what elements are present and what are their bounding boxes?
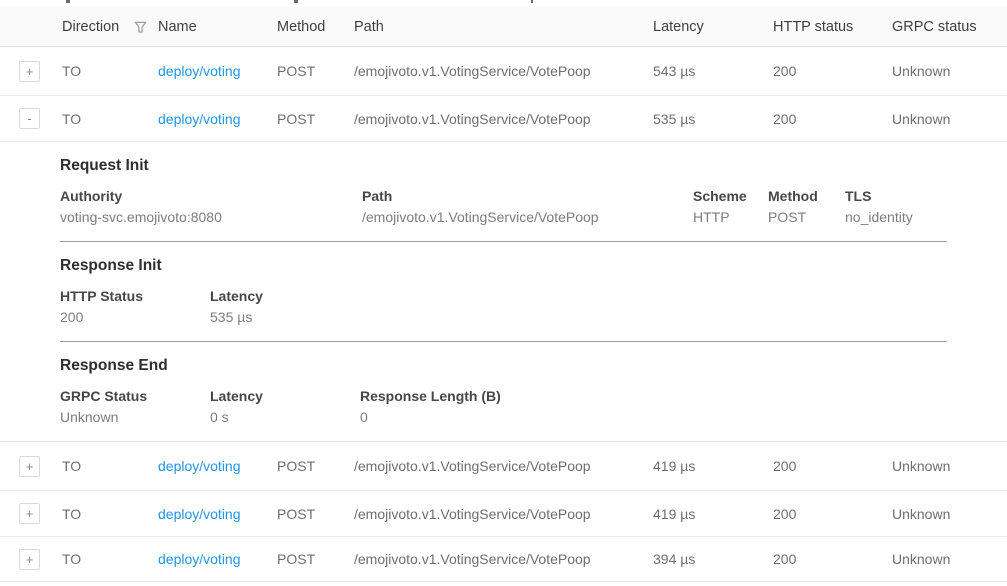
column-header-direction: Direction [62,19,119,35]
field-label: HTTP Status [60,286,210,307]
field-label: Method [768,186,845,207]
table-row: + TO deploy/voting POST /emojivoto.v1.Vo… [0,491,1007,537]
field-value: 200 [60,307,210,328]
method-cell: POST [277,111,354,127]
http-status-cell: 200 [773,63,892,79]
field-label: Latency [210,286,1007,307]
request-details-panel: Request Init Authority voting-svc.emojiv… [0,142,1007,442]
path-cell: /emojivoto.v1.VotingService/VotePoop [354,506,653,522]
method-cell: POST [277,63,354,79]
field-value: no_identity [845,207,1007,228]
collapse-row-button[interactable]: - [19,108,40,129]
section-title: Request Init [60,142,1007,175]
tap-results-table: Direction Name Method Path Latency HTTP … [0,7,1007,582]
expand-row-button[interactable]: + [19,456,40,477]
latency-cell: 394 µs [653,551,773,567]
field-label: Latency [210,386,360,407]
table-row: + TO deploy/voting POST /emojivoto.v1.Vo… [0,442,1007,491]
field-label: Scheme [693,186,768,207]
field-value: /emojivoto.v1.VotingService/VotePoop [362,207,693,228]
resource-link[interactable]: deploy/voting [158,551,241,567]
field-label: Path [362,186,693,207]
field-label: Response Length (B) [360,386,1007,407]
response-end-section: Response End GRPC Status Unknown Latency… [60,342,1007,428]
request-init-section: Request Init Authority voting-svc.emojiv… [60,142,1007,242]
column-header-http-status: HTTP status [773,19,892,35]
table-header-row: Direction Name Method Path Latency HTTP … [0,7,1007,47]
grpc-status-cell: Unknown [892,506,1007,522]
latency-cell: 535 µs [653,111,773,127]
method-cell: POST [277,458,354,474]
direction-cell: TO [62,111,158,127]
grpc-status-cell: Unknown [892,551,1007,567]
field-label: Authority [60,186,362,207]
grpc-status-cell: Unknown [892,63,1007,79]
table-row: + TO deploy/voting POST /emojivoto.v1.Vo… [0,47,1007,96]
direction-cell: TO [62,458,158,474]
http-status-cell: 200 [773,111,892,127]
clipped-content-above [0,0,1007,7]
column-header-name: Name [158,19,277,35]
direction-cell: TO [62,551,158,567]
column-header-path: Path [354,19,653,35]
http-status-cell: 200 [773,506,892,522]
path-cell: /emojivoto.v1.VotingService/VotePoop [354,63,653,79]
method-cell: POST [277,551,354,567]
expand-row-button[interactable]: + [19,503,40,524]
section-title: Response End [60,342,1007,375]
column-header-grpc-status: GRPC status [892,19,1007,35]
field-label: TLS [845,186,1007,207]
direction-cell: TO [62,63,158,79]
path-cell: /emojivoto.v1.VotingService/VotePoop [354,551,653,567]
field-value: voting-svc.emojivoto:8080 [60,207,362,228]
resource-link[interactable]: deploy/voting [158,111,241,127]
grpc-status-cell: Unknown [892,111,1007,127]
expand-row-button[interactable]: + [19,549,40,570]
grpc-status-cell: Unknown [892,458,1007,474]
table-row: + TO deploy/voting POST /emojivoto.v1.Vo… [0,537,1007,582]
field-value: HTTP [693,207,768,228]
path-cell: /emojivoto.v1.VotingService/VotePoop [354,111,653,127]
filter-icon[interactable] [133,20,148,35]
field-value: POST [768,207,845,228]
latency-cell: 419 µs [653,506,773,522]
resource-link[interactable]: deploy/voting [158,63,241,79]
section-title: Response Init [60,242,1007,275]
path-cell: /emojivoto.v1.VotingService/VotePoop [354,458,653,474]
field-label: GRPC Status [60,386,210,407]
latency-cell: 543 µs [653,63,773,79]
method-cell: POST [277,506,354,522]
column-header-method: Method [277,19,354,35]
latency-cell: 419 µs [653,458,773,474]
direction-cell: TO [62,506,158,522]
column-header-latency: Latency [653,19,773,35]
field-value: 535 µs [210,307,1007,328]
http-status-cell: 200 [773,551,892,567]
resource-link[interactable]: deploy/voting [158,506,241,522]
table-row-expanded: - TO deploy/voting POST /emojivoto.v1.Vo… [0,96,1007,142]
field-value: 0 s [210,407,360,428]
resource-link[interactable]: deploy/voting [158,458,241,474]
expand-row-button[interactable]: + [19,61,40,82]
http-status-cell: 200 [773,458,892,474]
field-value: Unknown [60,407,210,428]
response-init-section: Response Init HTTP Status 200 Latency 53… [60,242,1007,342]
field-value: 0 [360,407,1007,428]
